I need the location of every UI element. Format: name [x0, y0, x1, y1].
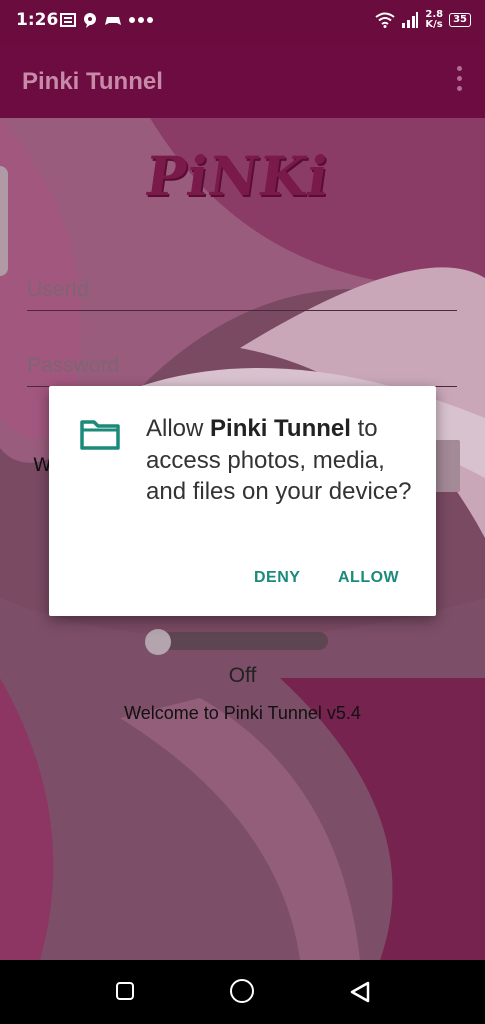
password-field[interactable]: Password — [27, 350, 457, 387]
gamepad-icon — [105, 17, 121, 25]
app-title: Pinki Tunnel — [22, 68, 163, 95]
system-icons: 2.8 K/s 35 — [375, 10, 471, 30]
connection-toggle-track[interactable] — [150, 632, 328, 650]
chat-icon — [84, 13, 96, 28]
wifi-icon — [375, 12, 395, 28]
dialog-prefix: Allow — [146, 415, 211, 442]
overflow-menu-icon[interactable] — [457, 66, 463, 91]
home-icon[interactable] — [230, 979, 254, 1003]
back-icon[interactable] — [348, 980, 372, 1004]
toggle-state-label: Off — [228, 664, 257, 687]
permission-dialog: Allow Pinki Tunnel to access photos, med… — [49, 386, 436, 616]
more-dots-icon — [129, 17, 153, 23]
signal-icon — [402, 12, 419, 28]
battery-icon: 35 — [449, 13, 471, 27]
userid-placeholder: UserId — [27, 278, 89, 301]
status-time: 1:26 — [16, 10, 59, 30]
notification-icons — [60, 12, 154, 28]
battery-level: 35 — [453, 14, 467, 25]
news-icon — [60, 13, 76, 27]
app-bar: Pinki Tunnel — [0, 44, 485, 118]
userid-field[interactable]: UserId — [27, 274, 457, 311]
status-bar: 1:26 2.8 K/s 35 — [0, 0, 485, 44]
network-speed: 2.8 K/s — [425, 10, 443, 30]
side-drawer-handle[interactable] — [0, 166, 8, 276]
folder-icon — [80, 420, 120, 450]
obscured-button[interactable] — [432, 440, 460, 492]
recents-icon[interactable] — [116, 982, 134, 1000]
connection-toggle-thumb[interactable] — [145, 629, 171, 655]
deny-button[interactable]: DENY — [254, 569, 300, 587]
allow-button[interactable]: ALLOW — [338, 569, 399, 587]
dialog-message: Allow Pinki Tunnel to access photos, med… — [146, 413, 426, 508]
pinki-logo: PiNKi — [141, 144, 334, 208]
navigation-bar — [0, 960, 485, 1024]
speed-unit: K/s — [425, 19, 443, 30]
welcome-text: Welcome to Pinki Tunnel v5.4 — [124, 703, 361, 723]
dialog-app-name: Pinki Tunnel — [210, 415, 351, 442]
password-placeholder: Password — [27, 354, 120, 377]
